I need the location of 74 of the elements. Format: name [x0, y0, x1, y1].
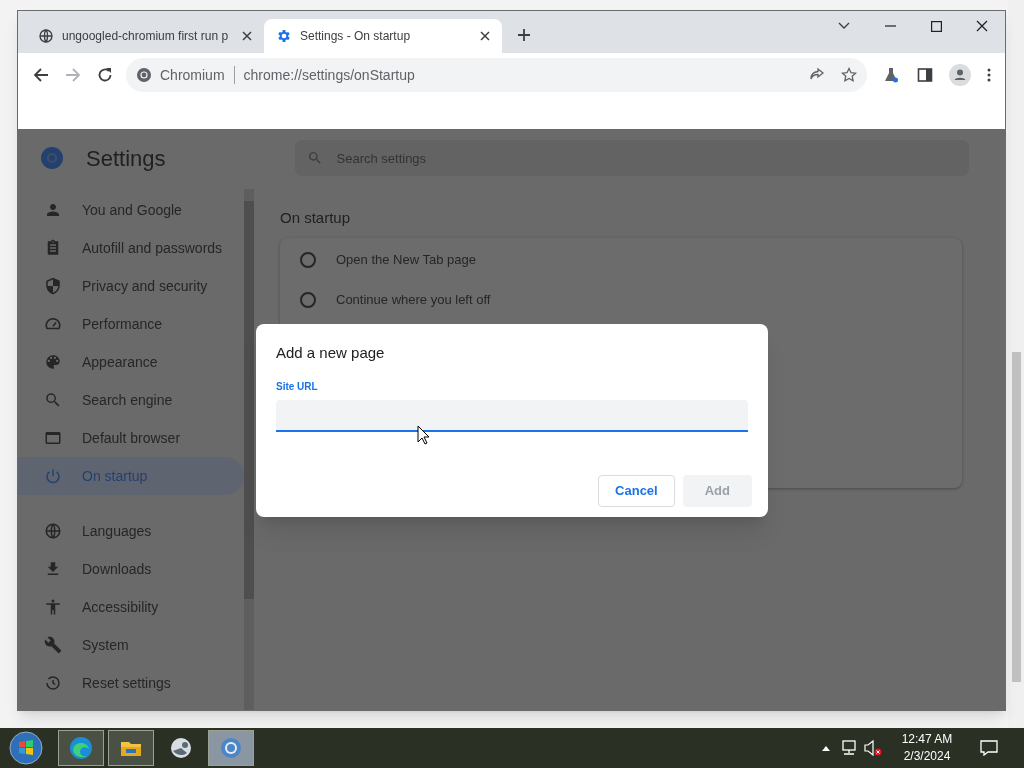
mouse-cursor-icon [417, 425, 430, 445]
close-icon [976, 20, 988, 32]
caret-up-icon[interactable] [822, 745, 830, 751]
plus-icon [517, 28, 531, 42]
sidebar-item[interactable]: You and Google [18, 191, 244, 229]
profile-avatar-icon[interactable] [949, 64, 971, 86]
search-icon [44, 391, 62, 409]
browser-window-icon [44, 429, 62, 447]
option-label: Open the New Tab page [336, 250, 476, 269]
menu-icon[interactable] [987, 68, 991, 82]
chromium-logo-icon [136, 67, 152, 83]
gear-icon [276, 28, 292, 44]
settings-logo-icon [40, 146, 64, 170]
tab-title: ungoogled-chromium first run p [62, 28, 230, 45]
browser-tab[interactable]: ungoogled-chromium first run p [26, 19, 264, 53]
sidebar-item[interactable]: Languages [18, 512, 244, 550]
clock-date: 2/3/2024 [903, 748, 951, 765]
palette-icon [44, 353, 62, 371]
sidebar-item[interactable]: Privacy and security [18, 267, 244, 305]
bookmark-star-icon[interactable] [841, 67, 857, 83]
accessibility-icon [44, 598, 62, 616]
cancel-button[interactable]: Cancel [598, 474, 675, 507]
site-chip-label: Chromium [160, 65, 225, 85]
browser-tab[interactable]: Settings - On startup [264, 19, 502, 53]
shield-icon [44, 277, 62, 295]
taskbar-app-button[interactable] [108, 730, 154, 766]
scrollbar-thumb[interactable] [244, 201, 254, 599]
radio-button[interactable] [300, 291, 316, 308]
sidebar-item[interactable]: System [18, 626, 244, 664]
power-icon [44, 467, 62, 485]
minimize-icon [884, 25, 896, 27]
sidebar-item[interactable]: Downloads [18, 550, 244, 588]
option-label: Continue where you left off [336, 290, 491, 309]
sidebar-item[interactable]: Default browser [18, 419, 244, 457]
muted-speaker-icon[interactable] [864, 740, 882, 756]
field-label: Site URL [276, 379, 319, 394]
clock-time: 12:47 AM [901, 731, 953, 748]
sidebar-item[interactable]: Accessibility [18, 588, 244, 626]
history-icon [44, 674, 62, 692]
reload-icon [97, 67, 113, 83]
tab-close-icon[interactable] [242, 31, 252, 41]
settings-title: Settings [86, 144, 166, 173]
network-icon[interactable] [840, 740, 858, 756]
windows-orb-icon [9, 731, 43, 765]
forward-arrow-icon [65, 67, 81, 83]
globe-icon [38, 28, 54, 44]
dialog-title: Add a new page [276, 343, 386, 363]
radio-button[interactable] [300, 251, 316, 268]
sidebar-item[interactable]: Reset settings [18, 664, 244, 702]
back-arrow-icon [33, 67, 49, 83]
wrench-icon [44, 636, 62, 654]
sidebar-item[interactable]: Performance [18, 305, 244, 343]
tab-close-icon[interactable] [480, 31, 490, 41]
notification-icon[interactable] [980, 740, 998, 756]
globe-icon [44, 522, 62, 540]
site-url-input[interactable] [276, 399, 748, 432]
tab-title: Settings - On startup [300, 28, 412, 45]
sidebar-scrollbar[interactable] [244, 189, 254, 710]
section-title: On startup [280, 208, 352, 228]
person-icon [44, 201, 62, 219]
sidebar-item[interactable]: On startup [18, 457, 244, 495]
scrollbar-thumb[interactable] [1011, 352, 1021, 682]
search-icon [306, 150, 323, 166]
url-text: chrome://settings/onStartup [243, 65, 415, 85]
sidebar-item[interactable]: Autofill and passwords [18, 229, 244, 267]
sidebar-item[interactable]: Search engine [18, 381, 244, 419]
flask-icon[interactable] [883, 67, 899, 83]
side-panel-icon[interactable] [917, 67, 933, 83]
maximize-icon [930, 20, 942, 32]
sidebar-item[interactable]: Appearance [18, 343, 244, 381]
chevron-down-icon [838, 22, 850, 30]
browser-swirl-icon [67, 734, 95, 762]
taskbar-app-button[interactable] [58, 730, 104, 766]
address-bar[interactable]: Chromium chrome://settings/onStartup [126, 58, 867, 92]
